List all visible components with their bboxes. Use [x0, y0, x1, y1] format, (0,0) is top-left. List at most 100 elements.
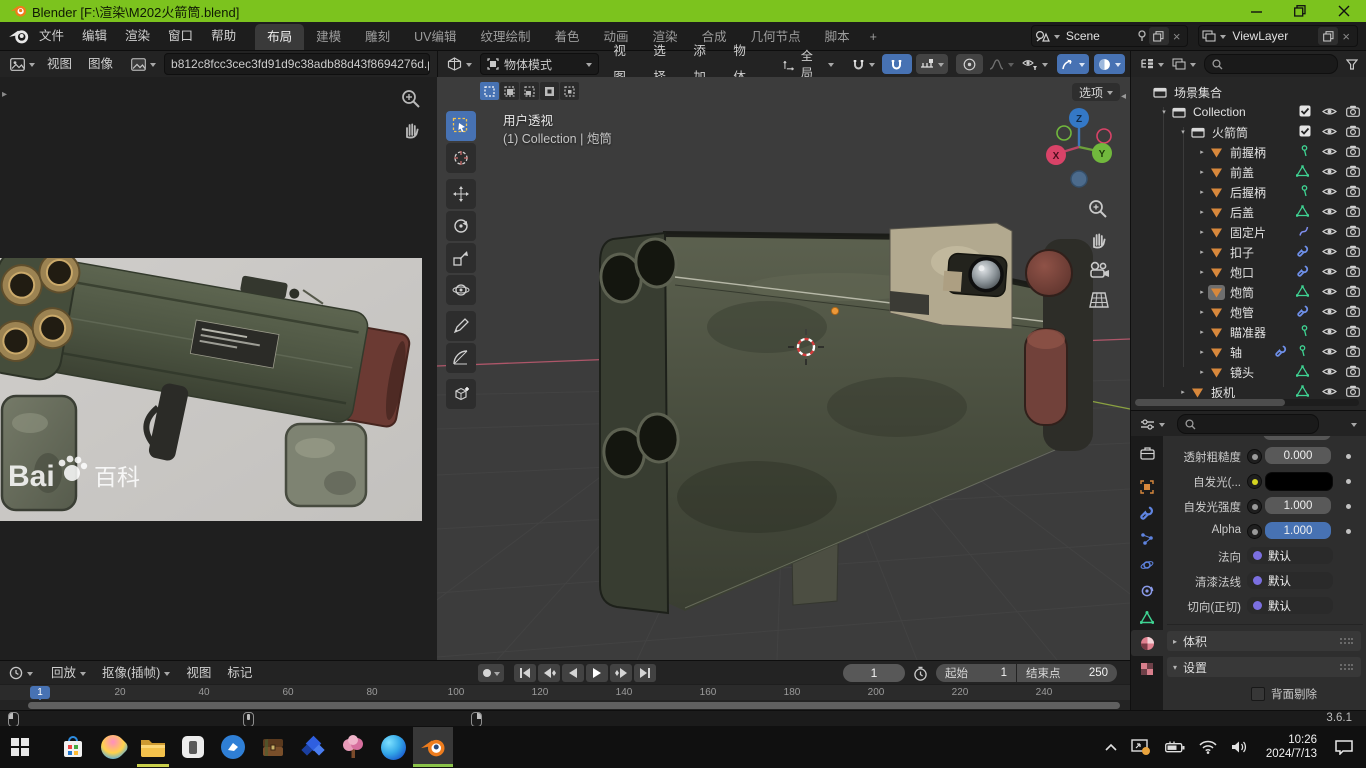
topbar-menu-item[interactable]: 渲染 [116, 22, 159, 50]
eye-icon[interactable] [1322, 386, 1337, 397]
timeline-menu-item[interactable]: 抠像(插帧) [94, 660, 178, 686]
outliner-row[interactable]: ▸炮管 [1131, 302, 1366, 322]
maximize-button[interactable] [1278, 0, 1322, 22]
timeline-scrollbar[interactable] [0, 700, 1130, 710]
camera-icon[interactable] [1346, 145, 1360, 157]
object-origin-dot[interactable] [831, 307, 838, 314]
outliner-row[interactable]: ▸轴 [1131, 342, 1366, 362]
shading-dropdown[interactable] [1094, 54, 1125, 74]
outliner-search-input[interactable] [1204, 54, 1338, 74]
panel-volume[interactable]: ▸ 体积 [1167, 631, 1361, 651]
eye-icon[interactable] [1322, 306, 1337, 317]
camera-icon[interactable] [1346, 185, 1360, 197]
wifi-icon[interactable] [1199, 740, 1217, 754]
scene-selector[interactable]: Scene × [1031, 25, 1189, 47]
collapsed-arrow-icon[interactable]: ▸ [1196, 288, 1208, 296]
vector-default-field[interactable]: 默认 [1247, 572, 1333, 589]
navigation-gizmo[interactable]: Z X Y [1044, 105, 1114, 195]
play-button[interactable] [586, 664, 608, 682]
snap-dropdown[interactable] [848, 54, 879, 74]
outliner-editor-type-button[interactable] [1136, 54, 1168, 74]
outliner-row[interactable]: ▸扣子 [1131, 242, 1366, 262]
outliner-row[interactable]: ▸前盖 [1131, 162, 1366, 182]
mode-selector[interactable]: 物体模式 [480, 53, 599, 75]
outliner-row[interactable]: ▸固定片 [1131, 222, 1366, 242]
collapsed-arrow-icon[interactable]: ▸ [1177, 388, 1189, 396]
topbar-menu-item[interactable]: 文件 [30, 22, 73, 50]
eye-icon[interactable] [1322, 346, 1337, 357]
tab-modifiers[interactable] [1131, 500, 1163, 526]
drag-dots-icon[interactable] [1339, 637, 1353, 645]
viewport-ortho-grid-icon[interactable] [1089, 292, 1109, 308]
timeline-menu-item[interactable]: 视图 [178, 660, 219, 686]
game-chest-icon[interactable] [253, 727, 293, 767]
topbar-menu-item[interactable]: 编辑 [73, 22, 116, 50]
image-name-field[interactable]: b812c8fcc3cec3fd91d9c38adb88d43f8694276d… [164, 53, 430, 75]
rotate-tool[interactable] [446, 211, 476, 241]
color-swatch-field[interactable] [1265, 472, 1333, 491]
camera-icon[interactable] [1346, 285, 1360, 297]
proportional-edit-toggle[interactable] [956, 54, 984, 74]
eye-icon[interactable] [1322, 126, 1337, 137]
sakura-tree-app-icon[interactable] [333, 727, 373, 767]
camera-icon[interactable] [1346, 305, 1360, 317]
outliner-display-mode-button[interactable] [1168, 54, 1200, 74]
image-browse-button[interactable] [127, 54, 160, 74]
topbar-menu-item[interactable]: 帮助 [202, 22, 245, 50]
camera-icon[interactable] [1346, 265, 1360, 277]
tab-material[interactable] [1131, 630, 1163, 656]
outliner-row[interactable]: ▸炮口 [1131, 262, 1366, 282]
topbar-menu-item[interactable]: 窗口 [159, 22, 202, 50]
collection-checkbox[interactable] [1299, 105, 1311, 117]
viewlayer-copy-button[interactable] [1318, 27, 1338, 45]
zoom-in-icon[interactable] [401, 89, 421, 109]
select-mode-subtract[interactable] [520, 82, 539, 100]
blue-diamond-app-icon[interactable] [293, 727, 333, 767]
collapsed-arrow-icon[interactable]: ▸ [1196, 368, 1208, 376]
number-field[interactable]: 1.000 [1265, 522, 1331, 539]
minimize-button[interactable] [1234, 0, 1278, 22]
close-button[interactable] [1322, 0, 1366, 22]
timeline-editor-type-button[interactable] [5, 663, 37, 683]
eye-icon[interactable] [1322, 246, 1337, 257]
workspace-tab[interactable]: 纹理绘制 [469, 24, 543, 50]
image-editor-menu-item[interactable]: 视图 [39, 51, 80, 77]
pin-icon[interactable] [1136, 30, 1147, 42]
tab-constraints[interactable] [1131, 578, 1163, 604]
taskbar-clock[interactable]: 10:26 2024/7/13 [1266, 733, 1317, 761]
axis-neg-z[interactable] [1071, 171, 1087, 187]
properties-editor-type-button[interactable] [1136, 414, 1169, 434]
keyframe-dot[interactable] [1346, 454, 1351, 459]
tab-physics[interactable] [1131, 552, 1163, 578]
timeline-menu-item[interactable]: 标记 [219, 660, 260, 686]
proportional-falloff-dropdown[interactable] [985, 54, 1018, 74]
tab-particles[interactable] [1131, 526, 1163, 552]
vector-default-field[interactable]: 默认 [1247, 547, 1333, 564]
axis-neg-y[interactable] [1057, 126, 1071, 140]
outliner-row[interactable]: ▸后盖 [1131, 202, 1366, 222]
keyframe-dot[interactable] [1346, 504, 1351, 509]
collapsed-arrow-icon[interactable]: ▸ [1196, 308, 1208, 316]
vector-default-field[interactable]: 默认 [1247, 597, 1333, 614]
value-socket-icon[interactable] [1247, 449, 1262, 464]
sidebar-collapse-arrow[interactable]: ◂ [1121, 91, 1126, 102]
camera-icon[interactable] [1346, 105, 1360, 117]
keyframe-dot[interactable] [1346, 479, 1351, 484]
timeline-menu-item[interactable]: 回放 [43, 660, 94, 686]
viewport-options-dropdown[interactable]: 选项 [1072, 83, 1120, 101]
sidebar-expand-arrow[interactable]: ▸ [2, 89, 7, 100]
number-field[interactable]: 0.000 [1265, 447, 1331, 464]
jump-to-end-button[interactable] [634, 664, 656, 682]
scene-copy-button[interactable] [1149, 27, 1169, 45]
next-keyframe-button[interactable] [610, 664, 632, 682]
keyframe-dot[interactable] [1346, 529, 1351, 534]
scale-tool[interactable] [446, 243, 476, 273]
gizmos-dropdown[interactable] [1057, 54, 1089, 74]
notification-center-icon[interactable] [1334, 739, 1354, 755]
volume-icon[interactable] [1231, 740, 1249, 754]
outliner-row[interactable]: ▸前握柄 [1131, 142, 1366, 162]
outliner-row[interactable]: ▾火箭筒 [1131, 122, 1366, 142]
value-socket-icon[interactable] [1247, 524, 1262, 539]
prev-keyframe-button[interactable] [538, 664, 560, 682]
workspace-tab[interactable]: 建模 [304, 24, 353, 50]
